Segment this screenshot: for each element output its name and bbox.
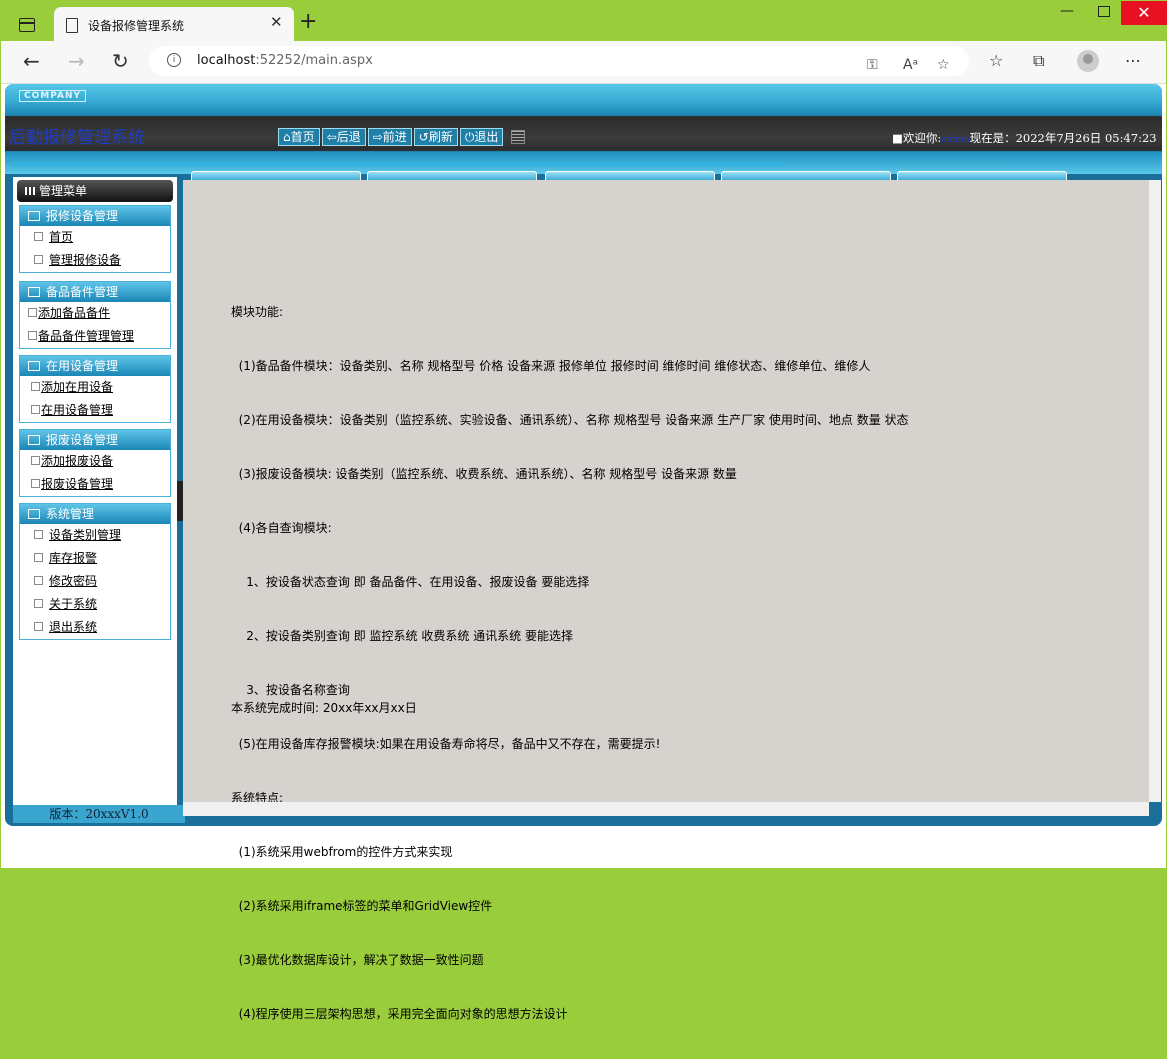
content-frame: 模块功能: (1)备品备件模块：设备类别、名称 规格型号 价格 设备来源 报修单… xyxy=(183,180,1153,1021)
menu-group-title[interactable]: 系统管理 xyxy=(20,504,170,524)
site-header: COMPANY 后勤报修管理系统 ⌂首页 ⇦后退 ⇨前进 ↺刷新 ⏻退出 ■欢迎… xyxy=(5,84,1162,174)
menu-item-home[interactable]: 首页 xyxy=(20,226,170,249)
menu-group-title[interactable]: 报废设备管理 xyxy=(20,430,170,450)
welcome-text: ■欢迎你:admin现在是：2022年7月26日 05:47:23 xyxy=(892,131,1157,145)
menu-item-manage-scrap[interactable]: 报废设备管理 xyxy=(20,473,170,496)
menu-item-password[interactable]: 修改密码 xyxy=(20,570,170,593)
menu-group-repair: 报修设备管理 首页 管理报修设备 xyxy=(19,205,171,273)
tab-title: 设备报修管理系统 xyxy=(88,19,185,33)
system-title: 后勤报修管理系统 xyxy=(9,128,145,148)
version-label: 版本：20xxxV1.0 xyxy=(13,805,185,823)
minimize-button[interactable]: — xyxy=(1060,3,1080,19)
menu-header: 管理菜单 xyxy=(17,180,173,202)
horizontal-scrollbar[interactable] xyxy=(183,802,1149,816)
collections-icon[interactable]: ⧉ xyxy=(1033,51,1044,71)
browser-window: 设备报修管理系统 ✕ + — ✕ ← → ↻ i localhost:52252… xyxy=(1,1,1167,1021)
menu-group-title[interactable]: 在用设备管理 xyxy=(20,356,170,376)
menu-group-scrap: 报废设备管理 添加报废设备 报废设备管理 xyxy=(19,429,171,497)
reload-button[interactable]: ↻ xyxy=(112,49,129,73)
maximize-button[interactable] xyxy=(1098,6,1110,17)
address-bar[interactable]: i localhost:52252/main.aspx ⚿ Aᵃ ☆ xyxy=(149,46,969,76)
menu-group-title[interactable]: 报修设备管理 xyxy=(20,206,170,226)
menu-group-title[interactable]: 备品备件管理 xyxy=(20,282,170,302)
menu-item-category[interactable]: 设备类别管理 xyxy=(20,524,170,547)
close-tab-icon[interactable]: ✕ xyxy=(270,13,283,31)
new-tab-button[interactable]: + xyxy=(299,9,317,34)
menu-item-logout[interactable]: 退出系统 xyxy=(20,616,170,639)
completion-date: 本系统完成时间: 20xx年xx月xx日 xyxy=(231,701,417,715)
menu-group-system: 系统管理 设备类别管理 库存报警 修改密码 关于系统 退出系统 xyxy=(19,503,171,640)
menu-group-spare: 备品备件管理 添加备品备件 备品备件管理管理 xyxy=(19,281,171,349)
user-link[interactable]: admin xyxy=(941,135,969,145)
menu-item-manage-inuse[interactable]: 在用设备管理 xyxy=(20,399,170,422)
header-bar xyxy=(13,162,783,167)
tab-bar: 设备报修管理系统 ✕ + — ✕ xyxy=(1,1,1167,41)
nav-home-button[interactable]: ⌂首页 xyxy=(278,128,320,146)
key-icon[interactable]: ⚿ xyxy=(867,57,878,73)
folder-icon xyxy=(28,211,40,221)
forward-button[interactable]: → xyxy=(68,49,85,73)
top-nav: ⌂首页 ⇦后退 ⇨前进 ↺刷新 ⏻退出 xyxy=(278,128,531,146)
nav-back-button[interactable]: ⇦后退 xyxy=(321,128,366,146)
folder-icon xyxy=(28,361,40,371)
address-toolbar: ← → ↻ i localhost:52252/main.aspx ⚿ Aᵃ ☆… xyxy=(1,41,1166,84)
menu-item-manage-repair[interactable]: 管理报修设备 xyxy=(20,249,170,272)
menu-item-add-inuse[interactable]: 添加在用设备 xyxy=(20,376,170,399)
menu-item-about[interactable]: 关于系统 xyxy=(20,593,170,616)
more-icon[interactable]: ⋯ xyxy=(1125,51,1141,70)
menu-item-manage-spare[interactable]: 备品备件管理管理 xyxy=(20,325,170,348)
favorites-icon[interactable]: ☆ xyxy=(989,51,1003,70)
tab-actions-icon[interactable] xyxy=(19,18,35,32)
grid-icon[interactable] xyxy=(511,130,526,144)
web-page: COMPANY 后勤报修管理系统 ⌂首页 ⇦后退 ⇨前进 ↺刷新 ⏻退出 ■欢迎… xyxy=(5,84,1162,1021)
back-button[interactable]: ← xyxy=(23,49,40,73)
menu-group-inuse: 在用设备管理 添加在用设备 在用设备管理 xyxy=(19,355,171,423)
folder-icon xyxy=(28,435,40,445)
menu-icon xyxy=(25,187,35,195)
favorite-add-icon[interactable]: ☆ xyxy=(937,57,950,73)
browser-tab[interactable]: 设备报修管理系统 ✕ xyxy=(54,7,294,41)
company-logo: COMPANY xyxy=(19,90,86,102)
left-menu: 管理菜单 报修设备管理 首页 管理报修设备 备品备件管理 添加备品备件 备品备件… xyxy=(13,177,185,823)
current-time: 2022年7月26日 05:47:23 xyxy=(1015,131,1157,145)
nav-exit-button[interactable]: ⏻退出 xyxy=(459,128,504,146)
folder-icon xyxy=(28,509,40,519)
url-text[interactable]: localhost:52252/main.aspx xyxy=(197,53,373,68)
profile-avatar[interactable] xyxy=(1077,50,1099,72)
close-window-button[interactable]: ✕ xyxy=(1121,1,1167,25)
folder-icon xyxy=(28,287,40,297)
read-aloud-icon[interactable]: Aᵃ xyxy=(903,57,918,73)
menu-item-add-scrap[interactable]: 添加报废设备 xyxy=(20,450,170,473)
nav-refresh-button[interactable]: ↺刷新 xyxy=(413,128,458,146)
nav-forward-button[interactable]: ⇨前进 xyxy=(367,128,412,146)
page-icon xyxy=(66,18,78,33)
info-icon[interactable]: i xyxy=(167,53,181,67)
vertical-scrollbar[interactable] xyxy=(1149,180,1161,802)
module-description: 模块功能: (1)备品备件模块：设备类别、名称 规格型号 价格 设备来源 报修单… xyxy=(231,305,909,1021)
menu-item-add-spare[interactable]: 添加备品备件 xyxy=(20,302,170,325)
menu-item-stock-alarm[interactable]: 库存报警 xyxy=(20,547,170,570)
